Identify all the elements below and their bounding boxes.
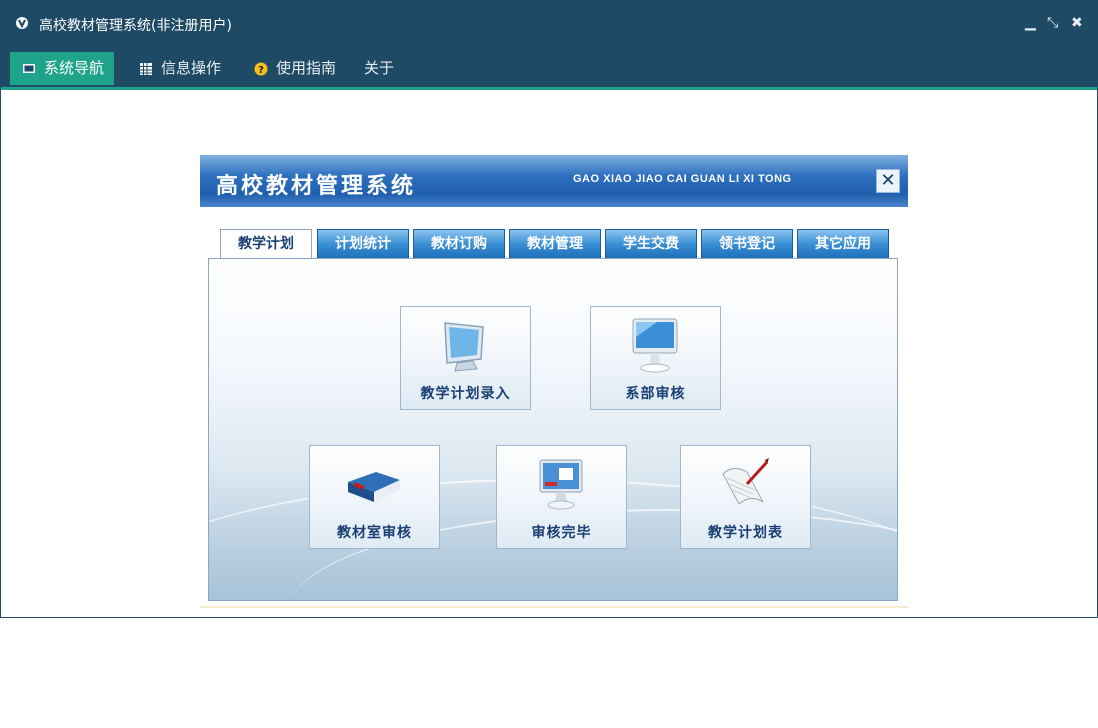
menu-label: 关于	[364, 59, 395, 77]
scroll-quill-icon	[722, 458, 769, 505]
window-title: 高校教材管理系统(非注册用户)	[39, 18, 232, 34]
tile-label: 审核完毕	[531, 525, 592, 541]
panel-banner: 高校教材管理系统 GAO XIAO JIAO CAI GUAN LI XI TO…	[200, 155, 908, 207]
tab-textbook-order[interactable]: 教材订购	[413, 229, 505, 259]
tab-plan-stats[interactable]: 计划统计	[317, 229, 409, 259]
svg-text:?: ?	[258, 65, 264, 76]
menu-user-guide[interactable]: ? 使用指南	[242, 52, 346, 85]
tab-book-collect[interactable]: 领书登记	[701, 229, 793, 259]
menu-bar: 系统导航 信息操作 ? 使用指南 关于	[1, 45, 1097, 90]
book-icon	[348, 472, 400, 502]
menu-label: 使用指南	[276, 59, 337, 77]
panel-subtitle: GAO XIAO JIAO CAI GUAN LI XI TONG	[573, 173, 792, 185]
tile-label: 系部审核	[625, 386, 686, 402]
monitor-icon	[23, 64, 35, 73]
panel-bottom-rule	[200, 606, 908, 608]
panel-close-button[interactable]: ✕	[876, 169, 900, 193]
menu-label: 信息操作	[161, 59, 222, 77]
minimize-button[interactable]: ▁	[1025, 13, 1036, 33]
system-panel: 高校教材管理系统 GAO XIAO JIAO CAI GUAN LI XI TO…	[200, 155, 908, 607]
menu-info-ops[interactable]: 信息操作	[127, 52, 231, 85]
imac-icon	[632, 318, 678, 373]
tile-review-complete[interactable]: 审核完毕	[496, 445, 627, 549]
tile-textbook-room-review[interactable]: 教材室审核	[309, 445, 440, 549]
close-button[interactable]: ✖	[1071, 13, 1083, 33]
menu-system-nav[interactable]: 系统导航	[10, 52, 115, 85]
tab-textbook-manage[interactable]: 教材管理	[509, 229, 601, 259]
restore-button[interactable]: ⤡	[1047, 13, 1058, 33]
monitor-icon	[444, 322, 484, 372]
menu-label: 系统导航	[44, 59, 105, 77]
app-logo-icon	[16, 17, 28, 29]
tile-dept-review[interactable]: 系部审核	[590, 306, 721, 410]
tile-label: 教材室审核	[337, 525, 412, 541]
tile-plan-entry[interactable]: 教学计划录入	[400, 306, 531, 410]
tile-plan-table[interactable]: 教学计划表	[680, 445, 811, 549]
help-icon: ?	[254, 62, 268, 76]
display-icon	[539, 459, 583, 510]
title-bar[interactable]: 高校教材管理系统(非注册用户) ▁ ⤡ ✖	[1, 1, 1097, 45]
grid-icon	[140, 63, 152, 75]
tab-student-fee[interactable]: 学生交费	[605, 229, 697, 259]
tile-label: 教学计划录入	[420, 386, 511, 402]
tile-stage: 教学计划录入 系部审核 教材室审核 审核完毕 教学计划表	[208, 258, 898, 601]
tab-other-apps[interactable]: 其它应用	[797, 229, 889, 259]
panel-title: 高校教材管理系统	[216, 174, 417, 199]
tile-label: 教学计划表	[708, 525, 783, 541]
menu-about[interactable]: 关于	[354, 52, 404, 85]
tab-teaching-plan[interactable]: 教学计划	[220, 229, 312, 261]
